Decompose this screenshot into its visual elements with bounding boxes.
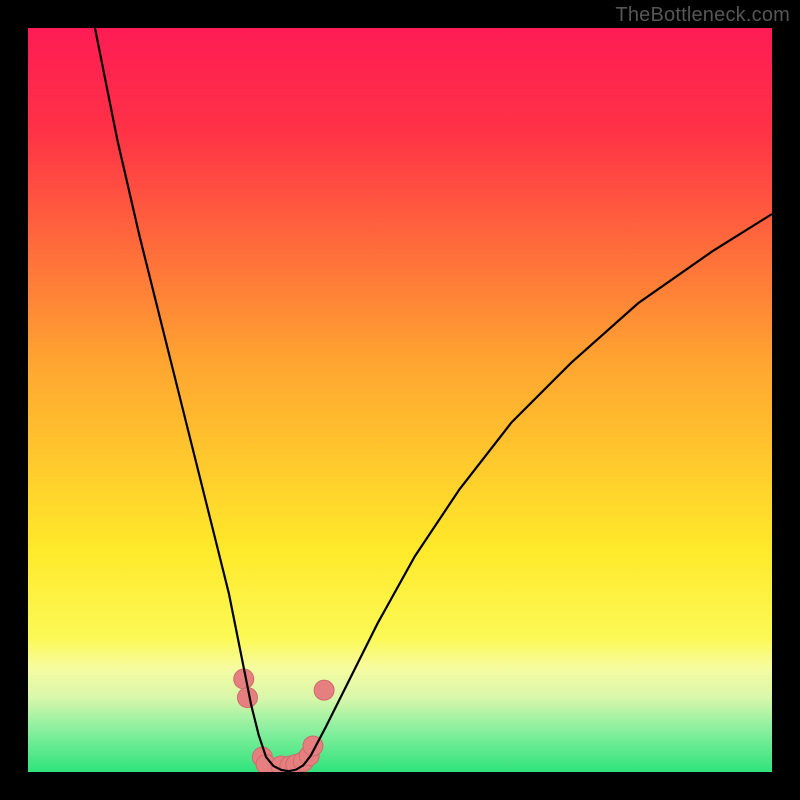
outer-frame: TheBottleneck.com (0, 0, 800, 800)
chart-svg (28, 28, 772, 772)
marker-point (314, 680, 334, 700)
plot-area (28, 28, 772, 772)
gradient-background (28, 28, 772, 772)
watermark-text: TheBottleneck.com (615, 4, 790, 27)
